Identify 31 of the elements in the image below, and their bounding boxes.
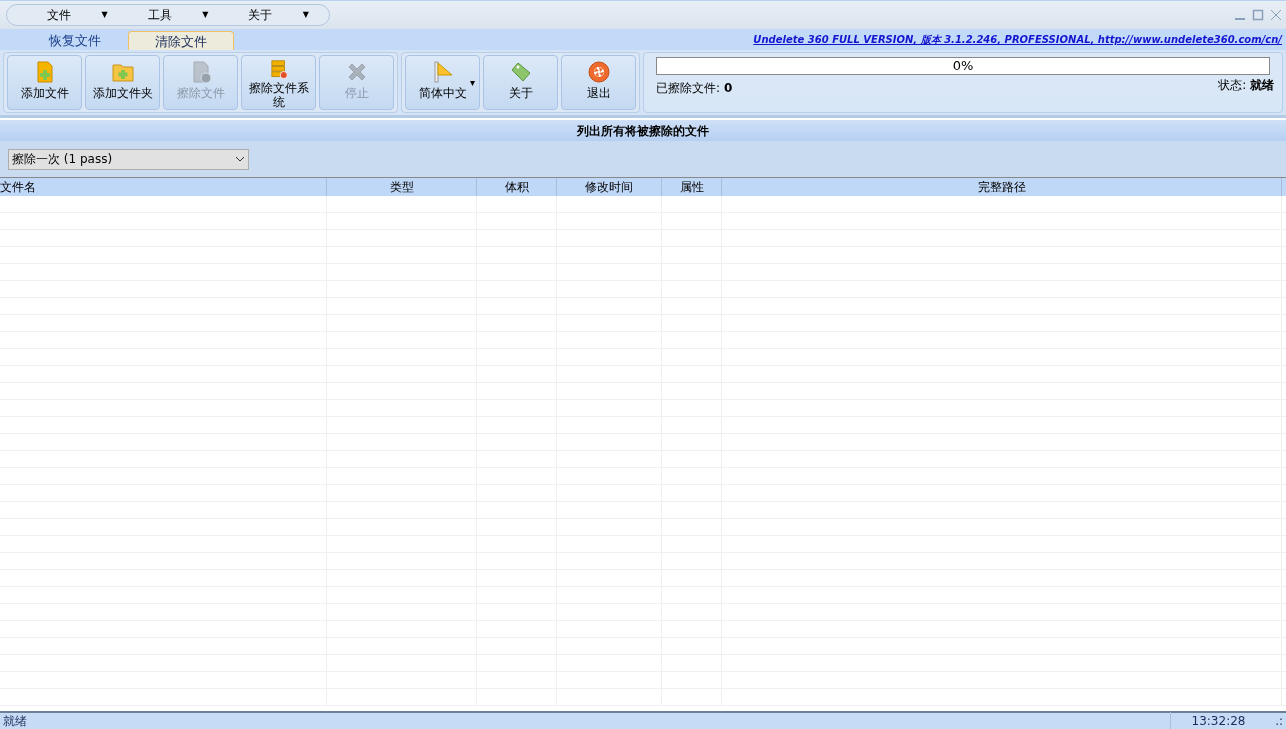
shutter-icon (586, 60, 611, 84)
toolbar-button[interactable]: 添加文件 (7, 55, 82, 110)
toolbar-button[interactable]: 退出 (561, 55, 636, 110)
menu-item[interactable]: 关于 ▼ (228, 6, 329, 24)
column-header[interactable]: 类型 (327, 178, 477, 196)
toolbar-button[interactable]: 添加文件夹 (85, 55, 160, 110)
chevron-down-icon (235, 156, 245, 162)
column-header[interactable]: 属性 (662, 178, 722, 196)
toolbar-button[interactable]: 简体中文 ▾ (405, 55, 480, 110)
version-link[interactable]: Undelete 360 FULL VERSION, 版本 3.1.2.246, PROFESSIONAL, http://www.undelete360.com/cn/ (753, 32, 1282, 47)
wipe-mode-dropdown[interactable]: 擦除一次 (1 pass) (8, 148, 249, 170)
status-message: 就绪 (2, 713, 27, 729)
menu-item[interactable]: 工具 ▼ (127, 6, 229, 24)
status-time: 13:32:28 (1170, 712, 1266, 729)
dropdown-arrow: ▾ (469, 76, 475, 90)
resize-grip[interactable]: .: (1266, 712, 1286, 729)
status-text: 状态: 就绪 (1218, 77, 1274, 94)
tab[interactable]: 恢复文件 (22, 31, 128, 50)
close-icon[interactable] (1270, 9, 1282, 21)
column-header[interactable]: 完整路径 (722, 178, 1282, 196)
toolbar-button[interactable]: 擦除文件系统 (241, 55, 316, 110)
wiped-count: 已擦除文件: 0 (656, 80, 733, 97)
progress-reading: 0% (951, 58, 975, 74)
tab[interactable]: 清除文件 (128, 31, 234, 50)
column-header[interactable]: 文件名 (0, 178, 327, 196)
section-title: 列出所有将被擦除的文件 (0, 120, 1286, 141)
menu-item[interactable]: 文件 ▼ (27, 6, 128, 24)
column-header[interactable]: 修改时间 (557, 178, 662, 196)
toolbar-button[interactable]: 关于 (483, 55, 558, 110)
column-header[interactable]: 体积 (477, 178, 557, 196)
maximize-icon[interactable] (1252, 9, 1264, 21)
